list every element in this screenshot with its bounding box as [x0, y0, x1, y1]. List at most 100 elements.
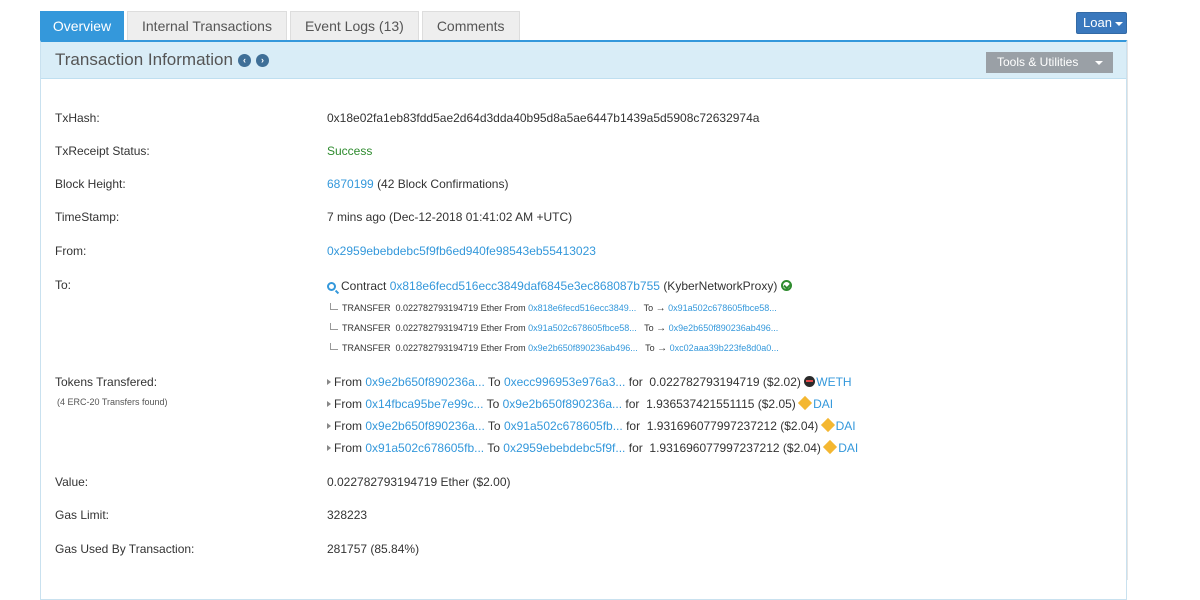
contract-address-link[interactable]: 0x818e6fecd516ecc3849daf6845e3ec868087b7… — [390, 279, 660, 293]
block-height-label: Block Height: — [55, 177, 126, 191]
next-transaction-icon[interactable]: › — [256, 54, 269, 67]
expand-arrow-icon — [327, 445, 331, 451]
previous-transaction-icon[interactable]: ‹ — [238, 54, 251, 67]
token-for-word: for — [625, 397, 640, 411]
token-to-word: To — [487, 441, 500, 455]
tree-branch-icon — [330, 303, 338, 310]
transfer-from-word: From — [504, 343, 526, 353]
token-from-link[interactable]: 0x9e2b650f890236a... — [365, 419, 484, 433]
tab-bar: Overview Internal Transactions Event Log… — [40, 11, 523, 41]
gas-used-value: 281757 (85.84%) — [327, 542, 420, 556]
transfer-to-word: To — [645, 343, 655, 353]
token-link-dai[interactable]: DAI — [813, 397, 833, 411]
value-label: Value: — [55, 475, 89, 489]
gas-limit-label: Gas Limit: — [55, 508, 110, 522]
transfer-to-link[interactable]: 0x9e2b650f890236ab496... — [669, 323, 779, 333]
tree-branch-icon — [330, 323, 338, 330]
token-to-link[interactable]: 0x9e2b650f890236a... — [503, 397, 622, 411]
tools-label: Tools & Utilities — [997, 55, 1079, 69]
timestamp-label: TimeStamp: — [55, 210, 120, 224]
tab-event-logs[interactable]: Event Logs (13) — [289, 11, 419, 40]
expand-arrow-icon — [327, 423, 331, 429]
token-transfer-row: From 0x9e2b650f890236a... To 0xecc996953… — [327, 375, 852, 389]
token-for-word: for — [628, 375, 643, 389]
token-to-link[interactable]: 0xecc996953e976a3... — [504, 375, 625, 389]
tokens-transferred-label: Tokens Transfered: — [55, 375, 158, 389]
dai-icon — [823, 439, 838, 455]
token-amount: 0.022782793194719 ($2.02) — [649, 375, 801, 389]
status-label: TxReceipt Status: — [55, 144, 150, 158]
token-for-word: for — [628, 441, 643, 455]
token-amount: 1.936537421551115 ($2.05) — [646, 397, 796, 411]
to-label: To: — [55, 278, 72, 292]
transfer-to-link[interactable]: 0x91a502c678605fbce58... — [668, 303, 777, 313]
block-height-value: 6870199 (42 Block Confirmations) — [327, 177, 508, 191]
token-transfer-row: From 0x14fbca95be7e99c... To 0x9e2b650f8… — [327, 395, 833, 411]
token-amount: 1.931696077997237212 ($2.04) — [646, 419, 819, 433]
dai-icon — [820, 417, 835, 433]
token-to-link[interactable]: 0x91a502c678605fb... — [504, 419, 623, 433]
internal-transfer-row: TRANSFER 0.022782793194719 Ether From 0x… — [330, 323, 778, 334]
token-to-word: To — [487, 375, 501, 389]
loan-dropdown-button[interactable]: Loan — [1076, 12, 1127, 34]
verified-check-icon — [781, 280, 793, 291]
internal-transfer-row: TRANSFER 0.022782793194719 Ether From 0x… — [330, 343, 779, 354]
token-from-link[interactable]: 0x14fbca95be7e99c... — [365, 397, 483, 411]
token-to-word: To — [486, 397, 500, 411]
search-icon — [327, 282, 336, 291]
token-transfer-row: From 0x9e2b650f890236a... To 0x91a502c67… — [327, 417, 856, 433]
transfer-from-link[interactable]: 0x818e6fecd516ecc3849... — [528, 303, 636, 313]
transfer-from-link[interactable]: 0x91a502c678605fbce58... — [528, 323, 637, 333]
panel-title: Transaction Information — [55, 50, 233, 69]
loan-label: Loan — [1083, 15, 1112, 30]
panel-header: Transaction Information ‹ › Tools & Util… — [41, 42, 1126, 79]
token-from-word: From — [334, 419, 362, 433]
to-value: Contract 0x818e6fecd516ecc3849daf6845e3e… — [327, 279, 793, 293]
tab-overview[interactable]: Overview — [40, 11, 124, 40]
tab-internal-transactions[interactable]: Internal Transactions — [127, 11, 287, 40]
token-link-weth[interactable]: WETH — [816, 375, 851, 389]
weth-icon — [804, 376, 816, 387]
token-from-word: From — [334, 441, 362, 455]
arrow-right-icon: → — [656, 323, 667, 334]
status-value: Success — [327, 144, 373, 158]
token-from-link[interactable]: 0x91a502c678605fb... — [365, 441, 484, 455]
token-transfer-row: From 0x91a502c678605fb... To 0x2959ebebd… — [327, 439, 858, 455]
page-divider — [1127, 40, 1128, 580]
tools-utilities-dropdown[interactable]: Tools & Utilities — [986, 52, 1113, 73]
dai-icon — [798, 395, 813, 411]
tab-comments[interactable]: Comments — [421, 11, 520, 40]
value-amount: 0.022782793194719 Ether ($2.00) — [327, 475, 511, 489]
from-address-link[interactable]: 0x2959ebebdebc5f9fb6ed940fe98543eb554130… — [327, 244, 596, 258]
txhash-value: 0x18e02fa1eb83fdd5ae2d64d3dda40b95d8a5ae… — [327, 111, 760, 125]
token-from-word: From — [334, 375, 362, 389]
timestamp-value: 7 mins ago (Dec-12-2018 01:41:02 AM +UTC… — [327, 210, 573, 224]
token-to-link[interactable]: 0x2959ebebdebc5f9f... — [503, 441, 625, 455]
transfer-from-word: From — [504, 323, 526, 333]
expand-arrow-icon — [327, 379, 331, 385]
arrow-right-icon: → — [655, 303, 666, 314]
transfer-to-link[interactable]: 0xc02aaa39b223fe8d0a0... — [670, 343, 779, 353]
expand-arrow-icon — [327, 401, 331, 407]
gas-limit-value: 328223 — [327, 508, 368, 522]
transfer-amount: 0.022782793194719 Ether — [395, 303, 503, 313]
transfer-from-link[interactable]: 0x9e2b650f890236ab496... — [528, 343, 638, 353]
from-label: From: — [55, 244, 87, 258]
internal-transfer-row: TRANSFER 0.022782793194719 Ether From 0x… — [330, 303, 777, 314]
txhash-label: TxHash: — [55, 111, 100, 125]
contract-prefix: Contract — [341, 279, 387, 293]
transfer-amount: 0.022782793194719 Ether — [395, 343, 503, 353]
block-number-link[interactable]: 6870199 — [327, 177, 374, 191]
transfer-type: TRANSFER — [342, 323, 391, 333]
tree-branch-icon — [330, 343, 338, 350]
transfer-to-word: To — [644, 323, 654, 333]
block-confirmations: (42 Block Confirmations) — [377, 177, 509, 191]
gas-used-label: Gas Used By Transaction: — [55, 542, 195, 556]
transfer-type: TRANSFER — [342, 303, 391, 313]
token-amount: 1.931696077997237212 ($2.04) — [649, 441, 821, 455]
token-link-dai[interactable]: DAI — [836, 419, 856, 433]
token-link-dai[interactable]: DAI — [838, 441, 858, 455]
transfer-amount: 0.022782793194719 Ether — [395, 323, 503, 333]
token-from-link[interactable]: 0x9e2b650f890236a... — [365, 375, 484, 389]
erc20-count-note: (4 ERC-20 Transfers found) — [57, 397, 168, 407]
